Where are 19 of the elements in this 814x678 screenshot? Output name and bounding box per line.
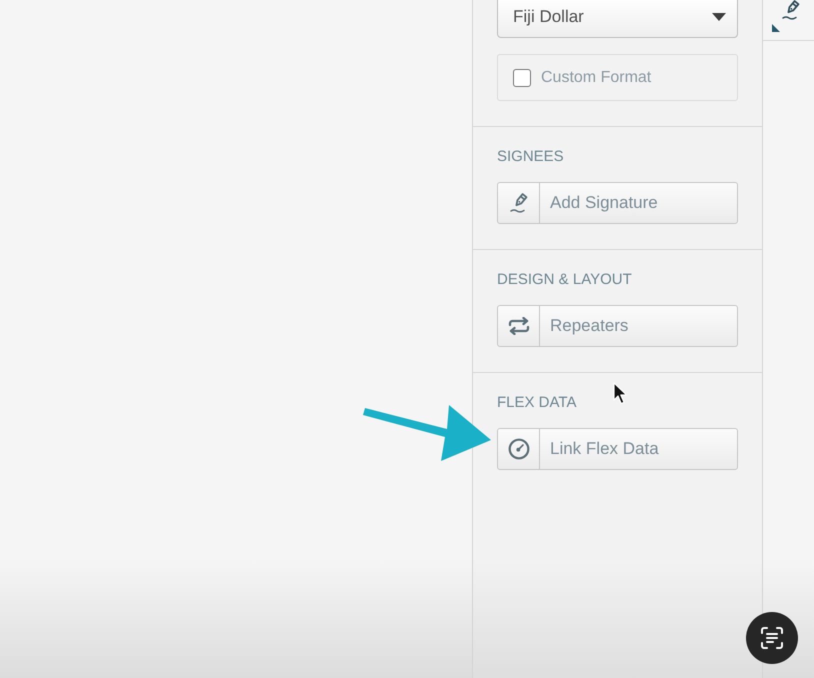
corner-triangle-icon	[772, 24, 780, 32]
add-signature-button[interactable]: Add Signature	[497, 182, 738, 224]
repeat-icon	[508, 317, 530, 335]
repeaters-button[interactable]: Repeaters	[497, 305, 738, 347]
gauge-icon	[508, 438, 530, 460]
section-heading: DESIGN & LAYOUT	[497, 271, 633, 289]
mouse-cursor-icon	[613, 382, 628, 405]
section-heading: FLEX DATA	[497, 394, 578, 412]
currency-select[interactable]: Fiji Dollar	[497, 0, 738, 38]
pen-icon	[508, 193, 528, 213]
link-data-button[interactable]: Link Flex Data	[497, 428, 738, 470]
checkbox-label[interactable]: Custom Format	[541, 68, 652, 86]
scan-text-button[interactable]	[746, 612, 798, 664]
scan-text-icon	[760, 626, 784, 650]
signature-tool-button[interactable]	[763, 0, 814, 41]
pen-icon	[781, 0, 801, 20]
section-heading: SIGNEES	[497, 148, 565, 166]
caret-icon	[712, 13, 726, 21]
checkbox[interactable]	[513, 68, 531, 86]
